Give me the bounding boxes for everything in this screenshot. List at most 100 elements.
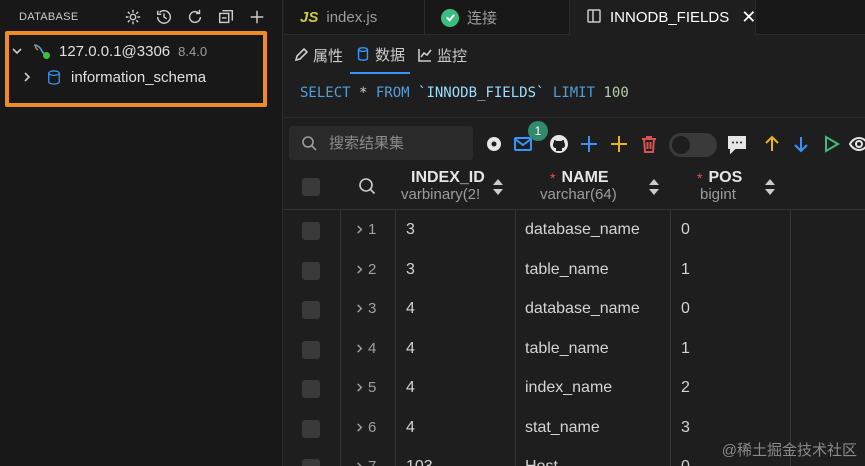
sort-icon[interactable]	[492, 177, 504, 197]
cell-index-id[interactable]: 3	[406, 221, 415, 239]
github-icon[interactable]	[548, 133, 570, 155]
row-checkbox[interactable]	[302, 380, 320, 398]
select-all-checkbox[interactable]	[302, 178, 320, 196]
connection-node[interactable]: 127.0.0.1@3306 8.4.0	[9, 39, 207, 63]
sql-table: `INNODB_FIELDS`	[409, 85, 553, 101]
table-row[interactable]: 1 3 database_name 0	[284, 211, 791, 251]
cell-index-id[interactable]: 4	[406, 419, 415, 437]
column-header-index-id[interactable]: INDEX_ID	[411, 169, 485, 187]
tab-data-label: 数据	[375, 46, 406, 64]
add-row-icon[interactable]	[578, 133, 600, 155]
search-box[interactable]	[289, 126, 473, 160]
column-search-icon[interactable]	[358, 177, 376, 195]
sql-query[interactable]: SELECT * FROM `INNODB_FIELDS` LIMIT 100	[284, 74, 865, 118]
cell-index-id[interactable]: 4	[406, 340, 415, 358]
row-expander[interactable]: 5	[354, 379, 376, 396]
cell-pos[interactable]: 2	[681, 379, 690, 397]
cell-index-id[interactable]: 103	[406, 458, 433, 466]
tab-properties[interactable]: 属性	[288, 36, 348, 74]
cell-pos[interactable]: 3	[681, 419, 690, 437]
row-number: 3	[368, 300, 377, 317]
cell-name[interactable]: table_name	[525, 261, 609, 279]
cell-pos[interactable]: 0	[681, 458, 690, 466]
tab-monitor[interactable]: 监控	[412, 36, 472, 74]
sidebar-title: DATABASE	[19, 11, 79, 23]
settings-icon[interactable]	[483, 133, 505, 155]
column-header-pos[interactable]: * POS	[697, 169, 742, 187]
row-expander[interactable]: 4	[354, 340, 376, 357]
cell-name[interactable]: Host	[525, 458, 558, 466]
cell-pos[interactable]: 0	[681, 221, 690, 239]
history-icon[interactable]	[153, 6, 175, 28]
add-icon[interactable]	[246, 6, 268, 28]
watermark: @稀土掘金技术社区	[721, 442, 857, 459]
schema-node[interactable]: information_schema	[19, 65, 206, 89]
arrow-down-icon[interactable]	[790, 133, 812, 155]
eye-icon[interactable]	[848, 133, 865, 155]
tab-innodb-fields[interactable]: INNODB_FIELDS ✕	[570, 0, 756, 35]
refresh-icon[interactable]	[184, 6, 206, 28]
tab-label: INNODB_FIELDS	[610, 9, 730, 26]
tab-properties-label: 属性	[313, 47, 344, 65]
row-number: 1	[368, 221, 377, 238]
table-row[interactable]: 5 4 index_name 2	[284, 369, 791, 409]
table-row[interactable]: 3 4 database_name 0	[284, 290, 791, 330]
row-checkbox[interactable]	[302, 261, 320, 280]
search-icon	[302, 136, 317, 151]
js-file-icon: JS	[300, 9, 319, 26]
collapse-icon[interactable]	[215, 6, 237, 28]
table-row[interactable]: 6 4 stat_name 3	[284, 409, 791, 449]
column-header-name[interactable]: * NAME	[550, 169, 609, 187]
row-checkbox[interactable]	[302, 419, 320, 438]
chevron-right-icon	[357, 422, 363, 432]
pencil-icon	[294, 47, 309, 62]
run-icon[interactable]	[820, 133, 842, 155]
chevron-right-icon	[357, 462, 362, 466]
cell-index-id[interactable]: 3	[406, 261, 415, 279]
comment-icon[interactable]	[726, 133, 748, 155]
settings-icon[interactable]	[122, 6, 144, 28]
cell-name[interactable]: database_name	[525, 300, 640, 318]
sort-icon[interactable]	[764, 177, 776, 197]
close-icon[interactable]: ✕	[741, 7, 756, 28]
row-expander[interactable]: 2	[354, 261, 376, 278]
row-expander[interactable]: 6	[354, 419, 376, 436]
tab-data[interactable]: 数据	[350, 36, 411, 74]
required-marker: *	[550, 170, 556, 186]
row-expander[interactable]: 7	[354, 458, 376, 466]
cell-pos[interactable]: 1	[681, 261, 690, 279]
table-row[interactable]: 7 103 Host 0	[284, 448, 791, 466]
connection-label: 127.0.0.1@3306	[59, 42, 171, 60]
cell-pos[interactable]: 0	[681, 300, 690, 318]
row-expander[interactable]: 3	[354, 300, 376, 317]
database-icon	[357, 47, 369, 61]
chevron-down-icon[interactable]	[9, 43, 25, 59]
row-checkbox[interactable]	[302, 222, 320, 240]
cell-index-id[interactable]: 4	[406, 300, 415, 318]
row-checkbox[interactable]	[302, 340, 320, 359]
cell-name[interactable]: table_name	[525, 340, 609, 358]
row-checkbox[interactable]	[302, 301, 320, 319]
result-toolbar: 1	[284, 121, 865, 165]
row-checkbox[interactable]	[302, 459, 320, 466]
tab-index-js[interactable]: JS index.js	[284, 0, 425, 35]
cell-name[interactable]: database_name	[525, 221, 640, 239]
cell-pos[interactable]: 1	[681, 340, 690, 358]
add-icon[interactable]	[608, 133, 630, 155]
delete-icon[interactable]	[638, 133, 660, 155]
chevron-right-icon	[357, 383, 363, 392]
table-row[interactable]: 2 3 table_name 1	[284, 251, 791, 291]
cell-name[interactable]: index_name	[525, 379, 612, 397]
chevron-right-icon[interactable]	[19, 69, 35, 85]
table-row[interactable]: 4 4 table_name 1	[284, 330, 791, 370]
cell-index-id[interactable]: 4	[406, 379, 415, 397]
tab-connection[interactable]: 连接	[425, 0, 570, 35]
check-icon	[441, 8, 459, 27]
cell-name[interactable]: stat_name	[525, 419, 600, 437]
toggle-switch[interactable]	[669, 133, 717, 157]
sort-icon[interactable]	[648, 177, 660, 197]
search-input[interactable]	[329, 134, 469, 152]
arrow-up-icon[interactable]	[761, 133, 783, 155]
row-expander[interactable]: 1	[354, 221, 376, 238]
editor-tabs: JS index.js 连接 INNODB_FIELDS ✕	[284, 0, 865, 35]
